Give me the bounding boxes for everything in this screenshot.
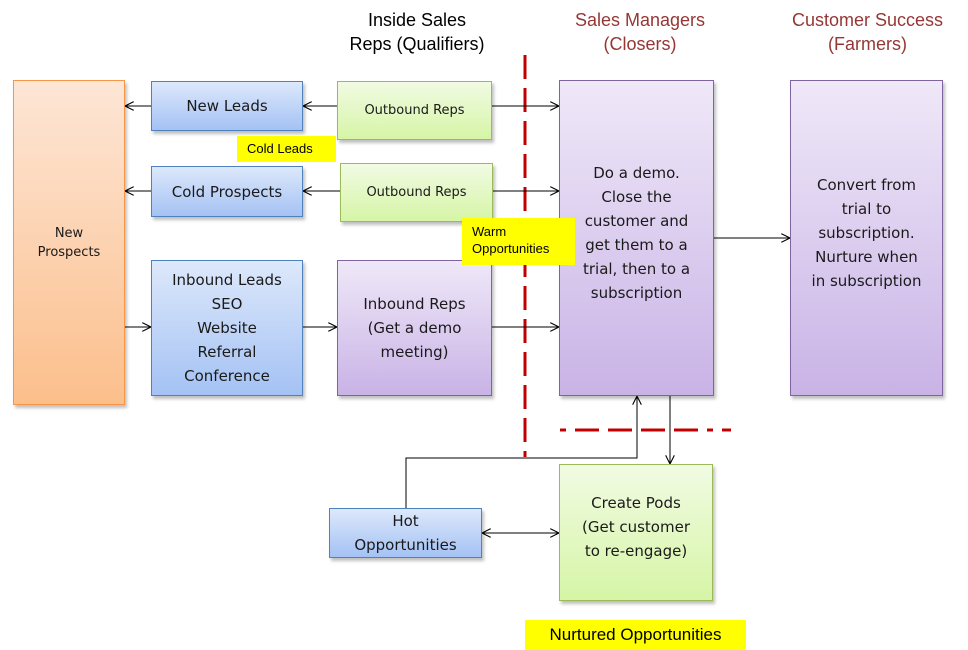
box-sales-managers-label: Do a demo. Close the customer and get th… bbox=[582, 164, 691, 302]
box-hot-opportunities-label: Hot Opportunities bbox=[354, 512, 457, 554]
box-outbound-reps-2-label: Outbound Reps bbox=[366, 184, 467, 200]
label-nurtured-opportunities: Nurtured Opportunities bbox=[525, 620, 746, 650]
box-new-prospects-label: New Prospects bbox=[37, 225, 101, 260]
box-create-pods: Create Pods (Get customer to re-engage) bbox=[559, 464, 713, 601]
box-outbound-reps-2: Outbound Reps bbox=[340, 163, 493, 222]
box-create-pods-label: Create Pods (Get customer to re-engage) bbox=[582, 493, 690, 560]
label-warm-opportunities: Warm Opportunities bbox=[462, 218, 575, 265]
box-new-leads-label: New Leads bbox=[186, 97, 268, 115]
box-inbound-reps-label: Inbound Reps (Get a demo meeting) bbox=[363, 295, 466, 361]
box-inbound-reps: Inbound Reps (Get a demo meeting) bbox=[337, 260, 492, 396]
box-outbound-reps-1-label: Outbound Reps bbox=[364, 102, 465, 118]
box-sales-managers: Do a demo. Close the customer and get th… bbox=[559, 80, 714, 396]
box-customer-success-label: Convert from trial to subscription. Nurt… bbox=[811, 176, 922, 290]
box-inbound-leads-label: Inbound Leads SEO Website Referral Confe… bbox=[172, 271, 282, 385]
box-cold-prospects: Cold Prospects bbox=[151, 166, 303, 217]
label-cold-leads: Cold Leads bbox=[237, 136, 336, 162]
box-customer-success: Convert from trial to subscription. Nurt… bbox=[790, 80, 943, 396]
box-outbound-reps-1: Outbound Reps bbox=[337, 81, 492, 140]
box-new-leads: New Leads bbox=[151, 81, 303, 131]
box-hot-opportunities: Hot Opportunities bbox=[329, 508, 482, 558]
box-inbound-leads: Inbound Leads SEO Website Referral Confe… bbox=[151, 260, 303, 396]
box-new-prospects: New Prospects bbox=[13, 80, 125, 405]
box-cold-prospects-label: Cold Prospects bbox=[171, 182, 283, 201]
